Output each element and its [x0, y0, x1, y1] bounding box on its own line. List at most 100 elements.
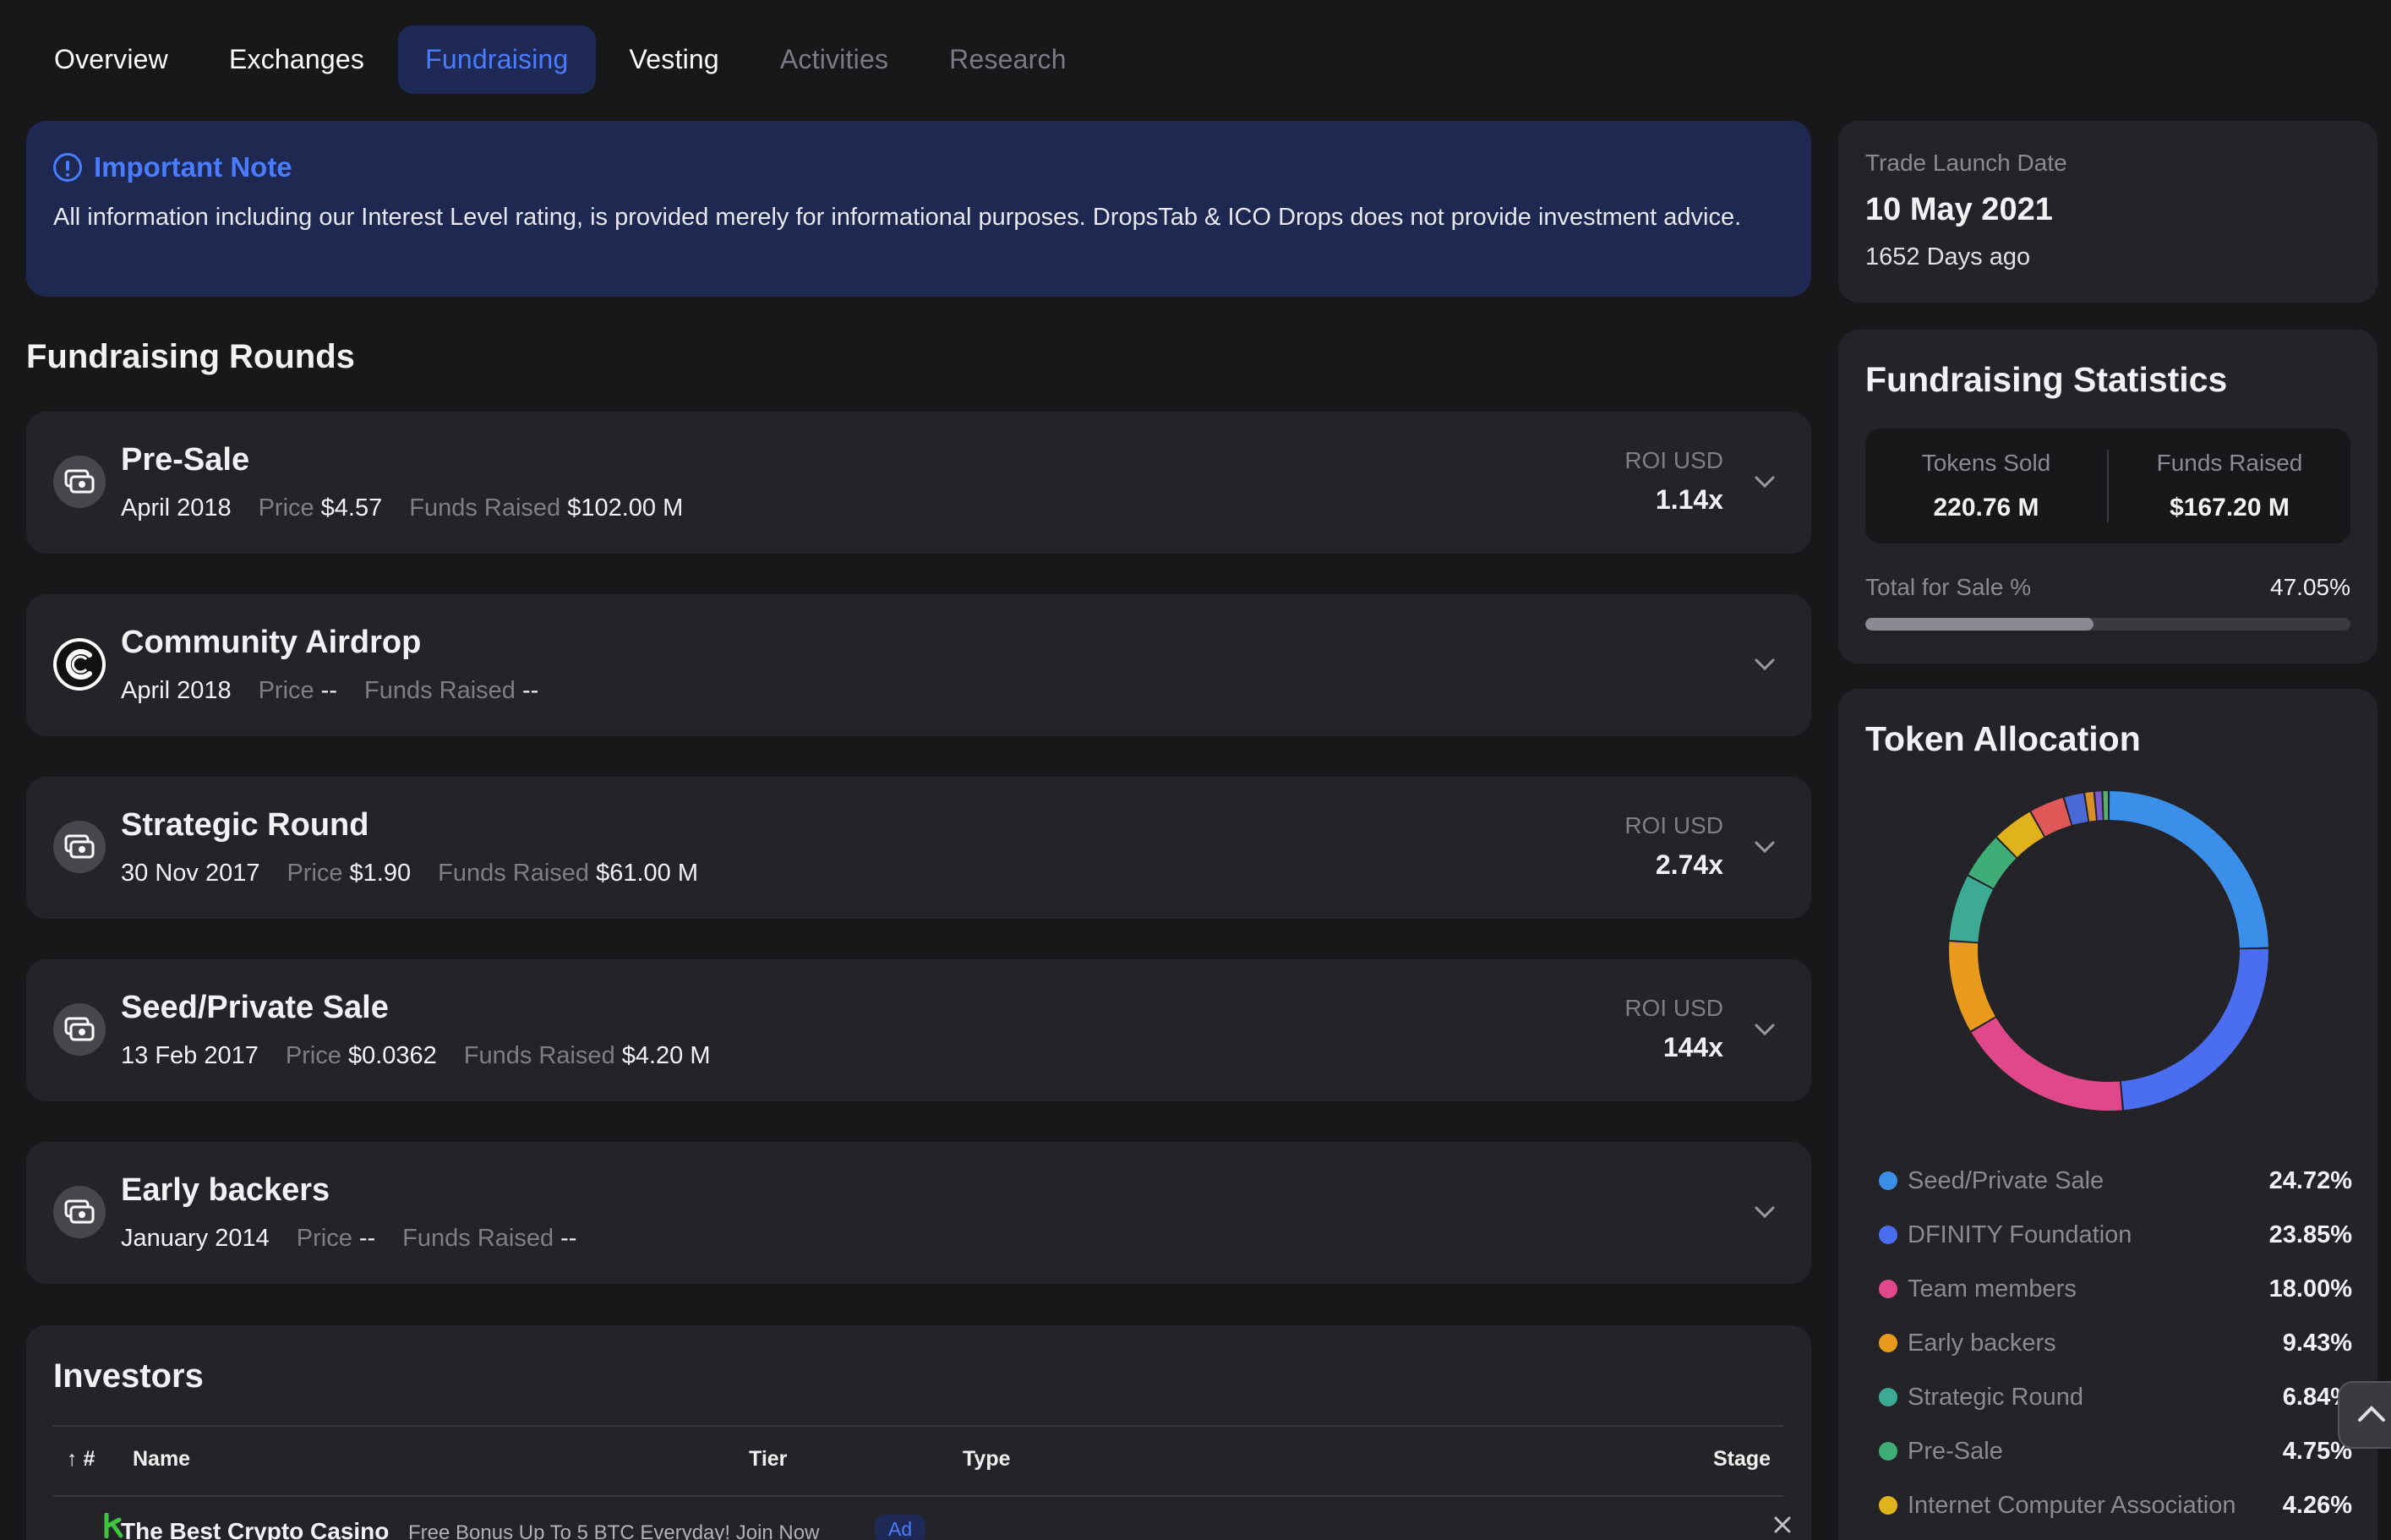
legend-dot — [1879, 1171, 1897, 1190]
scroll-to-top-button[interactable] — [2338, 1381, 2391, 1449]
tokens-sold-value: 220.76 M — [1933, 494, 2039, 522]
legend-item: Strategic Round 6.84% — [1879, 1370, 2352, 1424]
funds-raised-value: $167.20 M — [2170, 494, 2290, 522]
round-name: Seed/Private Sale — [121, 990, 389, 1025]
close-icon[interactable] — [1771, 1513, 1794, 1537]
note-header: Important Note — [53, 151, 1784, 183]
chevron-down-icon[interactable] — [1752, 469, 1777, 494]
donut-segment — [2085, 791, 2097, 822]
roi-value: 1.14x — [1655, 484, 1723, 515]
launch-date: 10 May 2021 — [1865, 192, 2053, 227]
investors-card: Investors ↑ # Name Tier Type Stage The B… — [26, 1325, 1811, 1540]
donut-segment — [2064, 793, 2088, 826]
total-for-sale-value: 47.05% — [2270, 574, 2350, 600]
money-icon — [53, 1003, 106, 1056]
note-body: All information including our Interest L… — [53, 204, 1742, 231]
fundraising-rounds-title: Fundraising Rounds — [26, 338, 355, 375]
round-card-early-backers[interactable]: Early backers January 2014 Price -- Funds… — [26, 1142, 1811, 1284]
round-funds: Funds Raised $4.20 M — [463, 1042, 711, 1069]
allocation-donut-chart — [1949, 791, 2268, 1111]
airdrop-logo-icon — [53, 638, 106, 691]
legend-item: Seed/Private Sale 24.72% — [1879, 1154, 2352, 1208]
sort-number-header[interactable]: ↑ # — [67, 1447, 95, 1472]
round-card-community-airdrop[interactable]: Community Airdrop April 2018 Price -- Fun… — [26, 594, 1811, 736]
tab-vesting[interactable]: Vesting — [603, 25, 746, 94]
stats-box: Tokens Sold 220.76 M Funds Raised $167.2… — [1865, 429, 2350, 543]
column-name[interactable]: Name — [133, 1447, 190, 1472]
token-allocation-card: Token Allocation Seed/Private Sale 24.72%… — [1838, 689, 2377, 1540]
round-meta: April 2018 Price -- Funds Raised -- — [121, 677, 538, 705]
legend-dot — [1879, 1496, 1897, 1515]
round-funds: Funds Raised $61.00 M — [438, 860, 698, 887]
info-icon — [53, 153, 82, 182]
launch-label: Trade Launch Date — [1865, 150, 2067, 176]
round-date: April 2018 — [121, 677, 232, 704]
legend-dot — [1879, 1280, 1897, 1298]
round-funds: Funds Raised -- — [364, 677, 539, 704]
round-price: Price $1.90 — [287, 860, 412, 887]
chevron-down-icon[interactable] — [1752, 834, 1777, 860]
round-meta: 30 Nov 2017 Price $1.90 Funds Raised $61.0… — [121, 860, 698, 887]
round-date: 13 Feb 2017 — [121, 1042, 259, 1069]
tab-activities[interactable]: Activities — [753, 25, 915, 94]
legend-item: Pre-Sale 4.75% — [1879, 1424, 2352, 1478]
round-date: January 2014 — [121, 1225, 270, 1252]
ad-description: Free Bonus Up To 5 BTC Everyday! Join No… — [408, 1521, 820, 1540]
trade-launch-card: Trade Launch Date 10 May 2021 1652 Days … — [1838, 121, 2377, 303]
legend-item: Early backers 9.43% — [1879, 1316, 2352, 1370]
legend-dot — [1879, 1442, 1897, 1461]
chevron-down-icon[interactable] — [1752, 1199, 1777, 1225]
important-note: Important Note All information including… — [26, 121, 1811, 297]
round-name: Community Airdrop — [121, 625, 422, 660]
donut-segment — [1971, 1017, 2122, 1111]
stats-title: Fundraising Statistics — [1865, 360, 2228, 399]
donut-segment — [1949, 876, 1994, 942]
round-card-seed-private-sale[interactable]: Seed/Private Sale 13 Feb 2017 Price $0.03… — [26, 959, 1811, 1101]
allocation-legend: Seed/Private Sale 24.72% DFINITY Foundati… — [1879, 1154, 2352, 1532]
round-card-strategic-round[interactable]: Strategic Round 30 Nov 2017 Price $1.90 F… — [26, 777, 1811, 919]
roi-label: ROI USD — [1624, 447, 1723, 473]
column-stage[interactable]: Stage — [1713, 1447, 1771, 1472]
donut-segment — [1996, 811, 2044, 858]
legend-dot — [1879, 1388, 1897, 1406]
round-price: Price $4.57 — [258, 494, 383, 522]
sale-progress-bar — [1865, 618, 2350, 631]
legend-dot — [1879, 1334, 1897, 1352]
donut-segment — [2031, 797, 2072, 837]
tab-exchanges[interactable]: Exchanges — [202, 25, 391, 94]
roi-value: 2.74x — [1655, 849, 1723, 880]
tab-fundraising[interactable]: Fundraising — [398, 25, 596, 94]
chevron-down-icon[interactable] — [1752, 652, 1777, 677]
roi-label: ROI USD — [1624, 995, 1723, 1021]
ad-badge: Ad — [875, 1515, 926, 1540]
round-meta: 13 Feb 2017 Price $0.0362 Funds Raised $4.… — [121, 1042, 711, 1070]
round-date: 30 Nov 2017 — [121, 860, 260, 887]
roi-label: ROI USD — [1624, 812, 1723, 838]
column-type[interactable]: Type — [963, 1447, 1011, 1472]
legend-item: Team members 18.00% — [1879, 1262, 2352, 1316]
funds-raised-stat: Funds Raised $167.20 M — [2107, 450, 2350, 522]
donut-segment — [2121, 948, 2268, 1111]
sort-arrow-up-icon: ↑ — [67, 1447, 78, 1471]
tab-research[interactable]: Research — [922, 25, 1094, 94]
money-icon — [53, 821, 106, 873]
legend-dot — [1879, 1226, 1897, 1244]
tab-overview[interactable]: Overview — [27, 25, 195, 94]
tokens-sold-stat: Tokens Sold 220.76 M — [1865, 450, 2107, 522]
round-name: Strategic Round — [121, 807, 369, 843]
donut-segment — [1949, 942, 1995, 1031]
round-meta: April 2018 Price $4.57 Funds Raised $102.0… — [121, 494, 683, 522]
round-card-pre-sale[interactable]: Pre-Sale April 2018 Price $4.57 Funds Rai… — [26, 412, 1811, 554]
column-tier[interactable]: Tier — [749, 1447, 787, 1472]
ad-title-link[interactable]: The Best Crypto Casino — [121, 1518, 389, 1540]
donut-segment — [2109, 791, 2268, 948]
donut-segment — [1968, 838, 2017, 889]
round-funds: Funds Raised $102.00 M — [409, 494, 684, 522]
money-icon — [53, 1186, 106, 1238]
legend-item: Internet Computer Association 4.26% — [1879, 1478, 2352, 1532]
chevron-down-icon[interactable] — [1752, 1017, 1777, 1042]
chevron-up-icon — [2358, 1406, 2385, 1422]
tab-bar: Overview Exchanges Fundraising Vesting A… — [27, 25, 1094, 94]
fundraising-statistics-card: Fundraising Statistics Tokens Sold 220.7… — [1838, 330, 2377, 664]
investors-title: Investors — [53, 1357, 204, 1395]
